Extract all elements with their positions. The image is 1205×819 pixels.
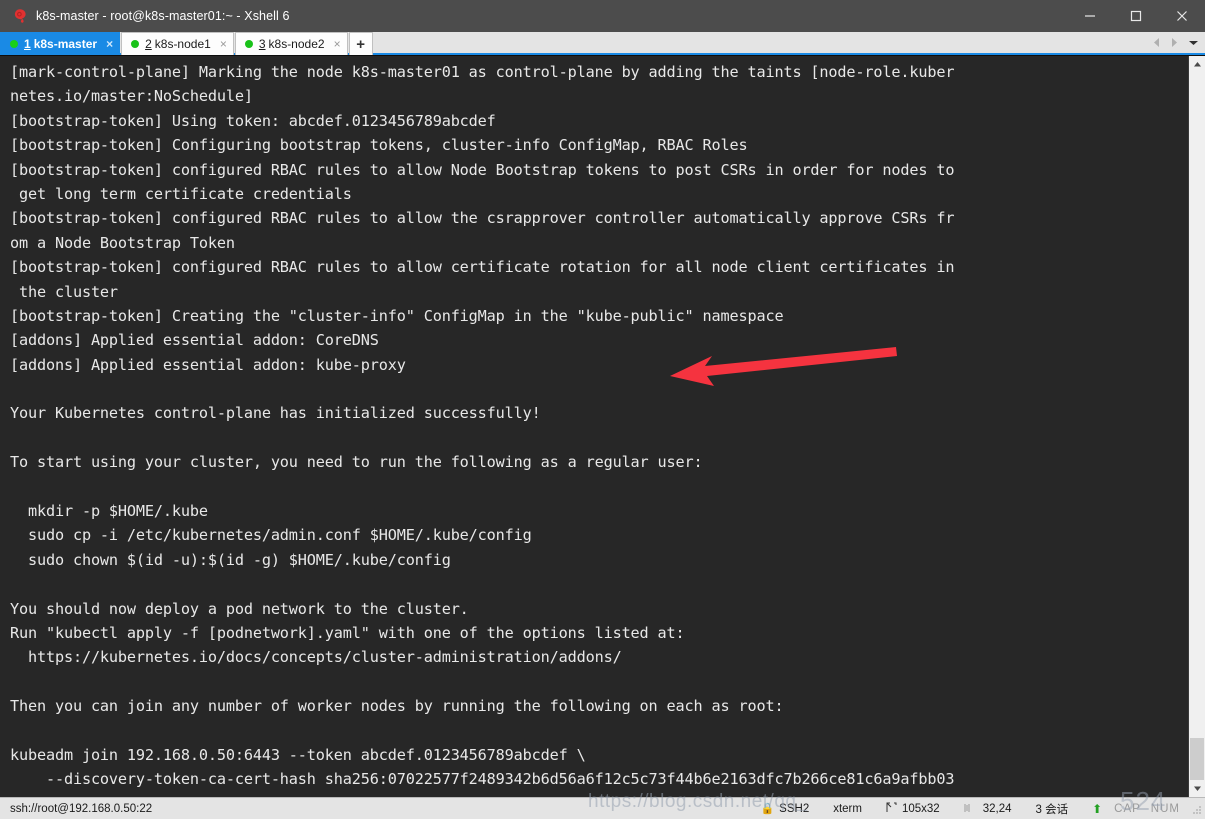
scroll-down-icon[interactable] [1189, 780, 1205, 797]
tabbar-controls [1152, 32, 1205, 53]
title-bar: k8s-master - root@k8s-master01:~ - Xshel… [0, 0, 1205, 32]
status-bar: ssh://root@192.168.0.50:22 🔒 SSH2 xterm … [0, 797, 1205, 819]
tab-label: k8s-node1 [154, 37, 211, 51]
terminal-line: [bootstrap-token] Using token: abcdef.01… [10, 111, 496, 130]
upload-icon: ⬆ [1092, 801, 1103, 816]
terminal-line: sudo cp -i /etc/kubernetes/admin.conf $H… [10, 526, 532, 545]
tab-bar: 1 k8s-master × 2 k8s-node1 × 3 k8s-node2… [0, 32, 1205, 55]
terminal-line: --discovery-token-ca-cert-hash sha256:07… [10, 770, 955, 789]
terminal-line: [bootstrap-token] configured RBAC rules … [10, 160, 955, 179]
terminal-size: 105x32 [874, 802, 952, 816]
security-protocol-label: SSH2 [779, 802, 810, 815]
terminal-line: [mark-control-plane] Marking the node k8… [10, 63, 955, 81]
terminal-line: Your Kubernetes control-plane has initia… [10, 404, 541, 423]
close-icon[interactable] [1159, 0, 1205, 32]
tabbar-spacer [373, 32, 1152, 53]
tab-label: k8s-master [33, 37, 98, 51]
tab-k8s-node1[interactable]: 2 k8s-node1 × [121, 32, 234, 55]
xshell-window: k8s-master - root@k8s-master01:~ - Xshel… [0, 0, 1205, 819]
terminal-output[interactable]: [mark-control-plane] Marking the node k8… [0, 56, 1188, 797]
window-title: k8s-master - root@k8s-master01:~ - Xshel… [36, 9, 290, 23]
tab-close-icon[interactable]: × [106, 38, 113, 50]
num-indicator: NUM [1150, 802, 1180, 815]
cursor-position: 32,24 [952, 803, 1024, 815]
terminal-type: xterm [821, 803, 874, 815]
terminal-line: To start using your cluster, you need to… [10, 453, 703, 472]
terminal-line: sudo chown $(id -u):$(id -g) $HOME/.kube… [10, 550, 451, 569]
tab-k8s-master[interactable]: 1 k8s-master × [0, 32, 121, 55]
new-tab-button[interactable]: + [348, 32, 373, 55]
minimize-icon[interactable] [1067, 0, 1113, 32]
scroll-up-icon[interactable] [1189, 56, 1205, 73]
terminal-line: Run "kubectl apply -f [podnetwork].yaml"… [10, 623, 685, 642]
security-protocol: 🔒 SSH2 [748, 802, 821, 816]
tab-status-dot [244, 40, 253, 48]
tab-scroll-left-icon[interactable] [1152, 37, 1161, 48]
scrollbar-thumb[interactable] [1190, 738, 1204, 780]
tab-index: 2 [145, 37, 152, 51]
terminal-line: Then you can join any number of worker n… [10, 697, 784, 716]
terminal-line: [addons] Applied essential addon: kube-p… [10, 355, 406, 374]
tab-close-icon[interactable]: × [334, 38, 341, 50]
lock-icon: 🔒 [760, 803, 775, 815]
terminal-line: get long term certificate credentials [10, 184, 352, 203]
terminal-scrollbar[interactable] [1188, 56, 1205, 797]
cursor-position-icon [964, 803, 976, 815]
caps-indicator: CAP [1114, 802, 1141, 815]
terminal-line: [bootstrap-token] Creating the "cluster-… [10, 306, 784, 325]
terminal-line: the cluster [10, 282, 118, 301]
tab-k8s-node2[interactable]: 3 k8s-node2 × [234, 32, 348, 55]
session-count: 3 会话 [1023, 801, 1080, 817]
tab-status-dot [10, 40, 18, 48]
terminal-line: netes.io/master:NoSchedule] [10, 87, 253, 106]
window-controls [1067, 0, 1205, 32]
terminal-line: You should now deploy a pod network to t… [10, 599, 469, 618]
tab-list-chevron-down-icon[interactable] [1188, 39, 1199, 47]
cursor-position-label: 32,24 [982, 802, 1012, 815]
tab-index: 3 [258, 37, 266, 51]
resize-icon [886, 802, 897, 816]
terminal-area: [mark-control-plane] Marking the node k8… [0, 55, 1205, 797]
tab-index: 1 [24, 37, 31, 51]
maximize-icon[interactable] [1113, 0, 1159, 32]
resize-grip-icon[interactable] [1190, 803, 1202, 815]
tab-close-icon[interactable]: × [220, 38, 227, 50]
session-count-label: 3 会话 [1035, 803, 1069, 816]
terminal-line: mkdir -p $HOME/.kube [10, 502, 208, 521]
xshell-logo-icon [12, 8, 28, 24]
terminal-line: kubeadm join 192.168.0.50:6443 --token a… [10, 745, 586, 764]
terminal-line: [bootstrap-token] configured RBAC rules … [10, 209, 955, 228]
connection-string: ssh://root@192.168.0.50:22 [10, 802, 153, 815]
tab-scroll-right-icon[interactable] [1170, 37, 1179, 48]
tab-status-dot [131, 40, 140, 48]
scrollbar-track[interactable] [1189, 73, 1205, 780]
terminal-type-label: xterm [833, 802, 862, 815]
terminal-line: [bootstrap-token] configured RBAC rules … [10, 258, 955, 277]
terminal-line: [addons] Applied essential addon: CoreDN… [10, 331, 379, 350]
terminal-line: https://kubernetes.io/docs/concepts/clus… [10, 648, 622, 667]
transfer-indicator: ⬆ [1080, 802, 1114, 816]
terminal-line: om a Node Bootstrap Token [10, 233, 235, 252]
tab-label: k8s-node2 [268, 37, 325, 51]
terminal-size-label: 105x32 [901, 802, 940, 815]
terminal-line: [bootstrap-token] Configuring bootstrap … [10, 136, 748, 155]
